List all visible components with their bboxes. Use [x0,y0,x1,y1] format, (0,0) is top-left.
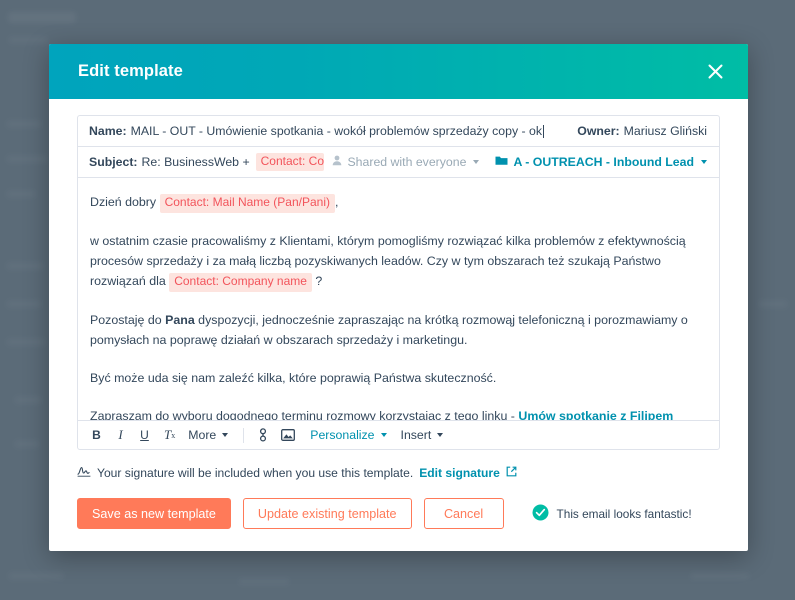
edit-template-modal: Edit template Name: MAIL - OUT - Umówien… [49,44,748,551]
modal-header: Edit template [49,44,748,99]
chevron-down-icon [222,433,229,437]
modal-body: Name: MAIL - OUT - Umówienie spotkania -… [49,99,748,480]
image-icon[interactable] [279,426,297,444]
backdrop-blur-shape [14,396,42,404]
backdrop-blur-shape [14,440,40,448]
folder-icon [495,155,508,169]
personalization-token[interactable]: Contact: Company name [255,152,325,172]
body-paragraph-4-text: Zapraszam do wyboru dogodnego terminu ro… [90,408,515,420]
bold-button[interactable]: B [88,425,105,445]
template-name-input[interactable]: MAIL - OUT - Umówienie spotkania - wokół… [131,124,542,138]
sharing-label: Shared with everyone [347,155,467,169]
cancel-button[interactable]: Cancel [423,498,504,529]
close-icon[interactable] [702,59,728,85]
owner-field: Owner: Mariusz Gliński [563,124,707,138]
backdrop-blur-shape [758,300,788,308]
underline-button[interactable]: U [136,425,153,445]
template-name-row[interactable]: Name: MAIL - OUT - Umówienie spotkania -… [78,116,719,147]
email-status: This email looks fantastic! [532,504,692,524]
save-as-new-template-button[interactable]: Save as new template [77,498,231,529]
personalization-token[interactable]: Contact: Company name [169,272,312,292]
body-paragraph-1: w ostatnim czasie pracowaliśmy z Klienta… [90,231,705,292]
greeting-paragraph: Dzień dobry Contact: Mail Name (Pan/Pani… [90,192,705,213]
body-paragraph-2-prefix: Pozostaję do [90,312,162,327]
owner-value: Mariusz Gliński [623,124,707,138]
backdrop-blur-shape [8,12,76,23]
link-icon[interactable] [254,426,272,444]
body-paragraph-1-suffix: ? [315,273,323,288]
email-body-editor[interactable]: Dzień dobry Contact: Mail Name (Pan/Pani… [78,178,719,420]
backdrop-blur-shape [6,262,44,270]
backdrop-blur-shape [6,120,42,128]
person-icon [332,155,342,169]
backdrop-blur-shape [6,190,36,198]
insert-dropdown[interactable]: Insert [399,428,446,442]
chevron-down-icon [437,433,444,437]
folder-label: A - OUTREACH - Inbound Lead [513,155,694,169]
personalization-token[interactable]: Contact: Mail Name (Pan/Pani) [159,194,335,213]
body-paragraph-3: Być może uda się nam zaleźć kilka, które… [90,370,497,385]
template-editor-card: Name: MAIL - OUT - Umówienie spotkania -… [77,115,720,450]
chevron-down-icon [380,433,387,437]
modal-footer: Save as new template Update existing tem… [49,480,748,551]
chevron-down-icon [473,160,480,164]
check-circle-icon [532,504,549,524]
text-cursor [543,124,545,138]
toolbar-divider [243,427,245,443]
signature-text: Your signature will be included when you… [97,465,414,480]
body-paragraph-4: Zapraszam do wyboru dogodnego terminu ro… [90,406,705,420]
modal-title: Edit template [78,62,183,80]
personalize-dropdown[interactable]: Personalize [308,428,388,442]
status-text: This email looks fantastic! [556,506,692,521]
signature-icon [77,465,91,480]
insert-label: Insert [400,428,432,442]
external-link-icon[interactable] [506,466,517,480]
backdrop-blur-shape [6,300,42,308]
body-paragraph-2-bold: Pana [165,312,195,327]
chevron-down-icon [701,160,707,164]
body-paragraph-2: Pozostaję do Pana dyspozycji, jednocześn… [90,310,705,350]
backdrop-blur-shape [8,36,48,44]
signature-notice: Your signature will be included when you… [77,465,720,480]
greeting-text: Dzień dobry [90,195,157,209]
sharing-dropdown[interactable]: Shared with everyone [332,155,480,169]
folder-dropdown[interactable]: A - OUTREACH - Inbound Lead [495,155,707,169]
owner-label: Owner: [577,124,620,138]
italic-button[interactable]: I [112,425,129,445]
more-dropdown[interactable]: More [186,428,230,442]
backdrop-blur-shape [238,578,290,585]
backdrop-blur-shape [8,572,64,580]
update-existing-template-button[interactable]: Update existing template [242,498,412,529]
backdrop-blur-shape [690,572,750,580]
backdrop-blur-shape [6,155,48,163]
edit-signature-link[interactable]: Edit signature [419,466,500,480]
backdrop-blur-shape [6,338,46,346]
clear-formatting-button[interactable]: Tx [160,425,179,445]
more-label: More [188,428,217,442]
template-subject-row: Subject: Re: BusinessWeb + Contact: Comp… [78,147,719,178]
editor-toolbar: B I U Tx More Personalize Insert [78,420,719,449]
subject-label: Subject: [89,155,138,169]
subject-input[interactable]: Re: BusinessWeb + [142,155,250,169]
name-label: Name: [89,124,127,138]
greeting-comma: , [334,195,339,209]
personalize-label: Personalize [310,428,375,442]
